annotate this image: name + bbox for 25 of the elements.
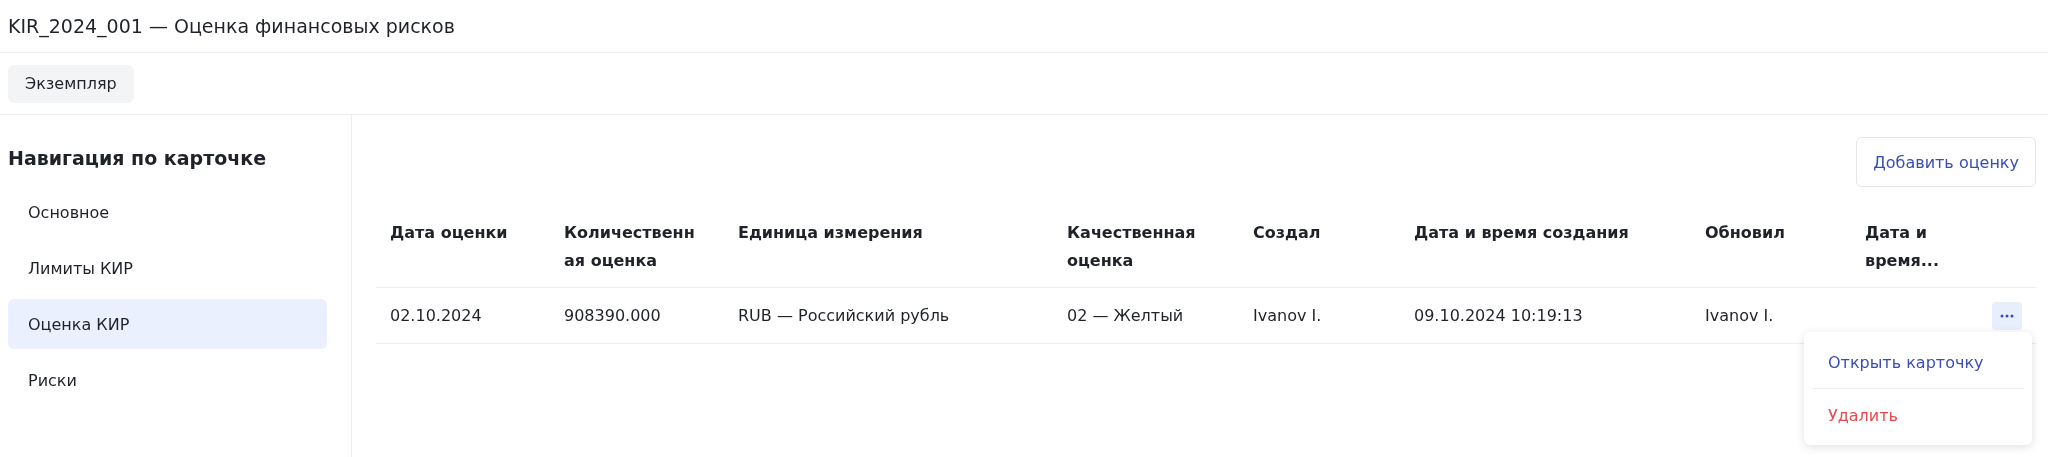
table-cell: Ivanov I. [1239, 288, 1400, 344]
page-title: KIR_2024_001 — Оценка финансовых рисков [8, 15, 455, 37]
column-header: Дата и время... [1851, 205, 1961, 288]
more-icon [2000, 313, 2014, 318]
column-header: Создал [1239, 205, 1400, 288]
column-header: Качественная оценка [1053, 205, 1239, 288]
sidebar-item[interactable]: Оценка КИР [8, 299, 327, 349]
table-cell: 02 — Желтый [1053, 288, 1239, 344]
sidebar-item[interactable]: Риски [8, 355, 327, 405]
sidebar-item[interactable]: Лимиты КИР [8, 243, 327, 293]
table-cell: 02.10.2024 [376, 288, 550, 344]
more-button[interactable] [1992, 301, 2022, 330]
sidebar-item[interactable]: Основное [8, 187, 327, 237]
column-header: Дата и время создания [1400, 205, 1691, 288]
column-header: Обновил [1691, 205, 1851, 288]
table-cell: RUB — Российский рубль [724, 288, 1053, 344]
menu-item[interactable]: Удалить [1812, 388, 2024, 441]
table-cell: 908390.000 [550, 288, 724, 344]
column-header: Дата оценки [376, 205, 550, 288]
column-header: Единица измерения [724, 205, 1053, 288]
table-cell: 09.10.2024 10:19:13 [1400, 288, 1691, 344]
tab[interactable]: Экземпляр [8, 64, 134, 103]
add-button[interactable]: Добавить оценку [1856, 137, 2036, 187]
column-header: Количественная оценка [550, 205, 724, 288]
sidebar-title: Навигация по карточке [8, 147, 268, 169]
